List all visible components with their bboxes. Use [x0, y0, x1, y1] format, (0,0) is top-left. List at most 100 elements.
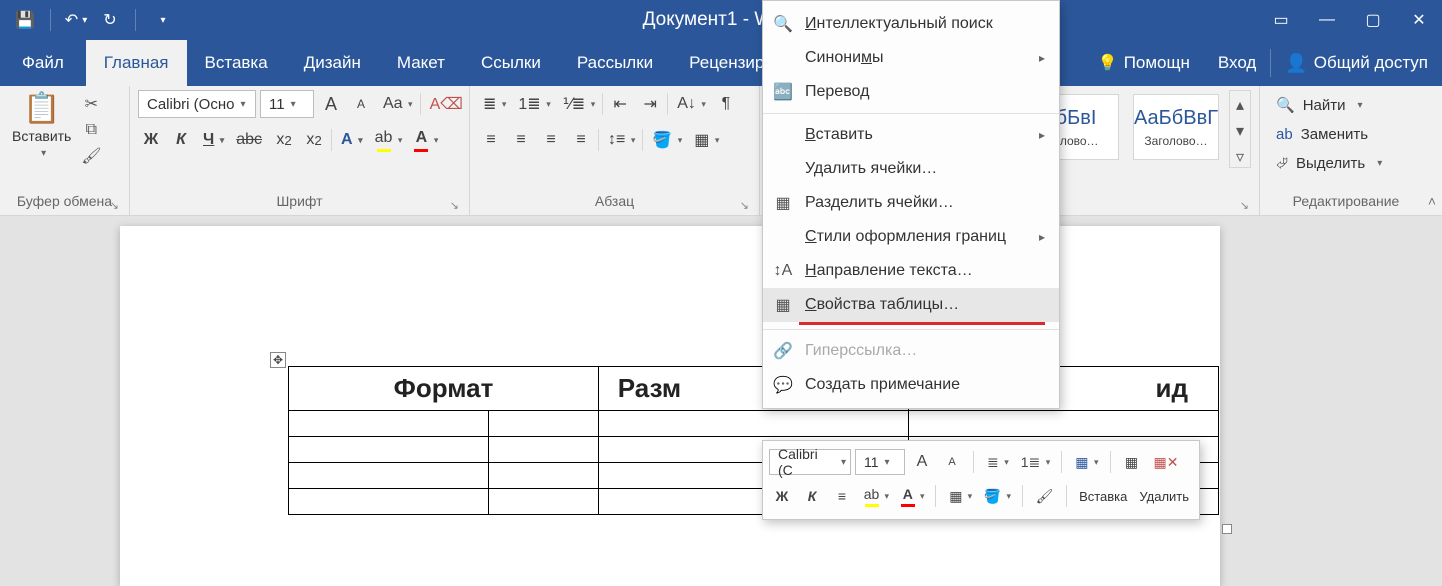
mini-size-combo[interactable]: 11▾ [855, 449, 905, 475]
tell-me[interactable]: 💡Помощн [1084, 53, 1204, 73]
table-cell[interactable] [489, 411, 599, 437]
table-style-icon[interactable]: ▦ [1070, 449, 1101, 475]
select-button[interactable]: ⮰Выделить▾ [1268, 153, 1390, 174]
tab-home[interactable]: Главная [86, 40, 187, 86]
ctx-insert[interactable]: Вставить▸ [763, 118, 1059, 152]
text-effects-icon[interactable]: A [336, 126, 366, 154]
underline-button[interactable]: Ч [198, 126, 227, 154]
replace-button[interactable]: abЗаменить [1268, 124, 1390, 145]
numbering-icon[interactable]: 1≣ [513, 90, 553, 118]
superscript-button[interactable]: x2 [301, 126, 327, 154]
table-cell[interactable] [289, 437, 489, 463]
align-center-icon[interactable]: ≡ [508, 126, 534, 154]
bold-button[interactable]: Ж [138, 126, 164, 154]
decrease-indent-icon[interactable]: ⇤ [607, 90, 633, 118]
grow-font-icon[interactable]: A [318, 90, 344, 118]
copy-icon[interactable]: ⧉ [81, 120, 101, 140]
highlight-color-icon[interactable]: ab [859, 483, 892, 509]
justify-icon[interactable]: ≡ [568, 126, 594, 154]
table-cell[interactable] [489, 463, 599, 489]
tab-layout[interactable]: Макет [379, 40, 463, 86]
sign-in[interactable]: Вход [1204, 53, 1270, 73]
styles-expand-icon[interactable]: ▿ [1230, 147, 1250, 167]
qat-customize[interactable]: ▾ [146, 5, 176, 35]
tab-file[interactable]: Файл [0, 40, 86, 86]
borders-icon[interactable]: ▦ [689, 126, 722, 154]
clear-formatting-icon[interactable]: A⌫ [425, 90, 468, 118]
style-item[interactable]: АаБбВвГ Заголово… [1133, 94, 1219, 160]
tab-insert[interactable]: Вставка [187, 40, 286, 86]
delete-table-icon[interactable]: ▦✕ [1149, 449, 1184, 475]
mini-font-combo[interactable]: Calibri (С▾ [769, 449, 851, 475]
format-painter-icon[interactable]: 🖌 [1031, 483, 1058, 509]
table-cell[interactable] [909, 411, 1219, 437]
save-icon[interactable]: 💾 [10, 5, 40, 35]
italic-button[interactable]: К [168, 126, 194, 154]
table-cell[interactable] [289, 411, 489, 437]
font-color-icon[interactable]: A [896, 483, 927, 509]
mini-insert-label[interactable]: Вставка [1075, 489, 1131, 504]
align-right-icon[interactable]: ≡ [538, 126, 564, 154]
ctx-translate[interactable]: 🔤Перевод [763, 75, 1059, 109]
strikethrough-button[interactable]: abc [231, 126, 267, 154]
paste-button[interactable]: 📋 Вставить ▾ [8, 90, 75, 159]
font-size-combo[interactable]: 11▾ [260, 90, 314, 118]
insert-table-icon[interactable]: ▦ [1119, 449, 1145, 475]
font-name-combo[interactable]: Calibri (Осно▾ [138, 90, 256, 118]
tab-references[interactable]: Ссылки [463, 40, 559, 86]
increase-indent-icon[interactable]: ⇥ [637, 90, 663, 118]
table-cell[interactable] [289, 489, 489, 515]
maximize-button[interactable]: ▢ [1350, 0, 1396, 40]
close-button[interactable]: ✕ [1396, 0, 1442, 40]
font-color-icon[interactable]: A [409, 126, 441, 154]
ribbon-display-options-icon[interactable]: ▭ [1258, 0, 1304, 40]
italic-button[interactable]: К [799, 483, 825, 509]
table-resize-handle-icon[interactable] [1222, 524, 1232, 534]
bullets-icon[interactable]: ≣ [478, 90, 509, 118]
mini-delete-label[interactable]: Удалить [1135, 489, 1193, 504]
line-spacing-icon[interactable]: ↕≡ [603, 126, 638, 154]
shrink-font-icon[interactable]: A [939, 449, 965, 475]
cut-icon[interactable]: ✂ [81, 94, 101, 114]
share-button[interactable]: 👤Общий доступ [1271, 53, 1442, 74]
shrink-font-icon[interactable]: A [348, 90, 374, 118]
table-move-handle-icon[interactable]: ✥ [270, 352, 286, 368]
tab-mailings[interactable]: Рассылки [559, 40, 671, 86]
redo-button[interactable]: ↻ [95, 5, 125, 35]
ctx-delete-cells[interactable]: Удалить ячейки… [763, 152, 1059, 186]
borders-icon[interactable]: ▦ [944, 483, 975, 509]
format-painter-icon[interactable]: 🖌 [81, 146, 101, 166]
subscript-button[interactable]: x2 [271, 126, 297, 154]
bullets-icon[interactable]: ≣ [982, 449, 1012, 475]
ctx-split-cells[interactable]: ▦Разделить ячейки… [763, 186, 1059, 220]
find-button[interactable]: 🔍Найти▾ [1268, 94, 1390, 116]
sort-icon[interactable]: A↓ [672, 90, 709, 118]
align-icon[interactable]: ≡ [829, 483, 855, 509]
shading-icon[interactable]: 🪣 [647, 126, 685, 154]
table-cell[interactable] [599, 411, 909, 437]
ctx-text-direction[interactable]: ↕AНаправление текста… [763, 254, 1059, 288]
ctx-smart-lookup[interactable]: 🔍ИИнтеллектуальный поискнтеллектуальный … [763, 7, 1059, 41]
shading-icon[interactable]: 🪣 [979, 483, 1014, 509]
table-cell[interactable] [489, 489, 599, 515]
align-left-icon[interactable]: ≡ [478, 126, 504, 154]
dialog-launcher-icon[interactable]: ↘ [110, 199, 119, 212]
dialog-launcher-icon[interactable]: ↘ [450, 199, 459, 212]
bold-button[interactable]: Ж [769, 483, 795, 509]
undo-button[interactable]: ↶▾ [61, 5, 91, 35]
dialog-launcher-icon[interactable]: ↘ [740, 199, 749, 212]
show-marks-icon[interactable]: ¶ [713, 90, 739, 118]
ctx-border-styles[interactable]: Стили оформления границ▸ [763, 220, 1059, 254]
dialog-launcher-icon[interactable]: ↘ [1240, 199, 1249, 212]
tab-design[interactable]: Дизайн [286, 40, 379, 86]
grow-font-icon[interactable]: A [909, 449, 935, 475]
styles-scroll-down-icon[interactable]: ▾ [1230, 121, 1250, 141]
numbering-icon[interactable]: 1≣ [1016, 449, 1054, 475]
ctx-synonyms[interactable]: Синонимы▸ [763, 41, 1059, 75]
ctx-table-properties[interactable]: ▦Свойства таблицы… [763, 288, 1059, 322]
change-case-icon[interactable]: Aa [378, 90, 416, 118]
table-header[interactable]: Формат [289, 367, 599, 411]
styles-scroll-up-icon[interactable]: ▴ [1230, 95, 1250, 115]
minimize-button[interactable]: — [1304, 0, 1350, 40]
table-cell[interactable] [489, 437, 599, 463]
